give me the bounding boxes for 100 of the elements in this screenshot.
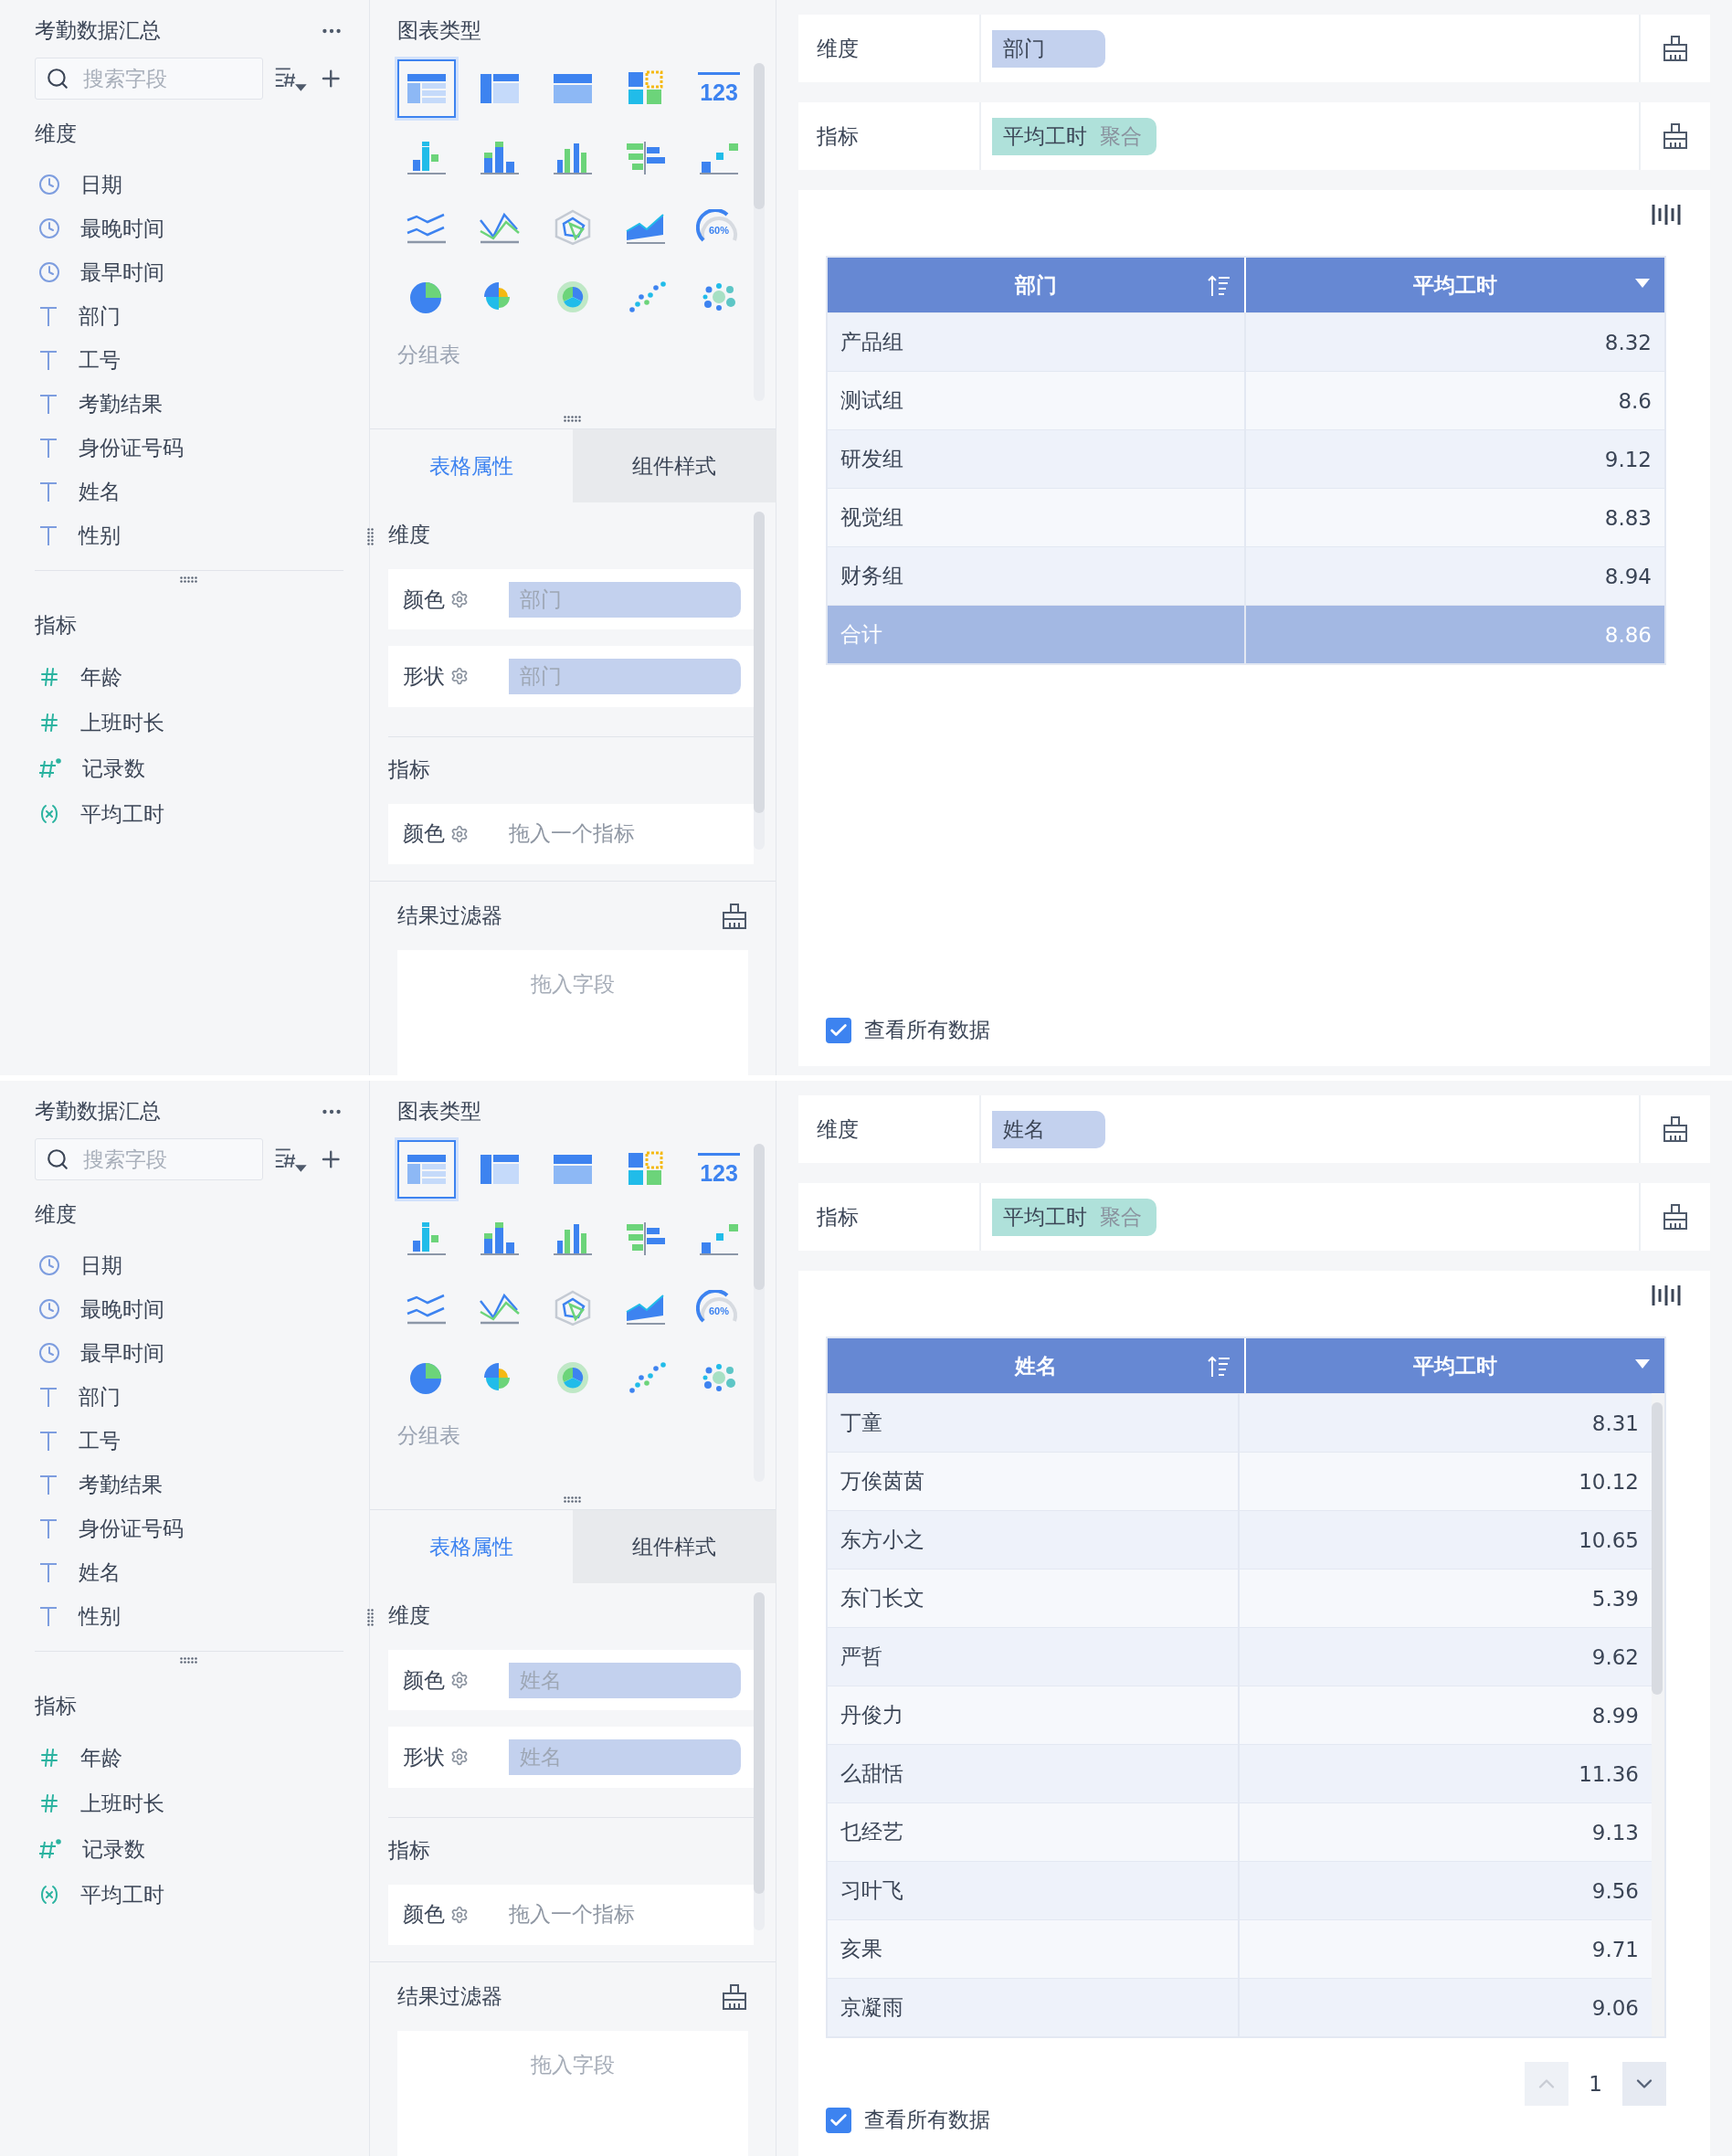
field-tag[interactable]: 部门 — [992, 29, 1105, 68]
field-tag[interactable]: 平均工时 聚合 — [992, 1198, 1156, 1236]
field-tag[interactable]: 姓名 — [992, 1110, 1105, 1148]
field-item[interactable]: 性别 — [0, 1594, 369, 1638]
tab[interactable]: 组件样式 — [573, 429, 776, 502]
field-item[interactable]: 最早时间 — [0, 1331, 369, 1375]
clock-icon — [38, 1254, 60, 1276]
dimension-bar: 维度 姓名 — [798, 1095, 1710, 1163]
scrollbar[interactable] — [1652, 1393, 1664, 2036]
chart-type-option[interactable]: 60% — [690, 198, 748, 257]
text-type-icon — [38, 1517, 58, 1539]
settings-icon[interactable] — [450, 824, 469, 843]
scrollbar-thumb[interactable] — [754, 63, 765, 209]
chart-type-option[interactable]: 60% — [690, 1279, 748, 1337]
drag-handle-icon[interactable] — [367, 528, 375, 546]
field-item[interactable]: 日期 — [0, 163, 369, 206]
scrollbar[interactable] — [754, 1144, 765, 1482]
field-item[interactable]: 考勤结果 — [0, 1463, 369, 1506]
drag-handle-icon[interactable] — [180, 1657, 198, 1665]
drag-handle-icon[interactable] — [367, 1609, 375, 1627]
text-type-icon — [38, 1474, 58, 1495]
field-item[interactable]: 姓名 — [0, 1550, 369, 1594]
field-item[interactable]: 平均工时 — [0, 791, 369, 837]
broom-icon[interactable] — [1662, 122, 1689, 150]
metric-bar: 指标 平均工时 聚合 — [798, 102, 1710, 170]
broom-icon[interactable] — [1662, 35, 1689, 62]
checkbox[interactable] — [826, 1017, 851, 1043]
field-item[interactable]: 记录数 — [0, 745, 369, 791]
table-cell-text: 9.56 — [1590, 1877, 1640, 1905]
hash-asterisk-icon — [38, 757, 62, 779]
field-item[interactable]: 上班时长 — [0, 1781, 369, 1826]
broom-icon[interactable] — [1662, 1115, 1689, 1143]
text-type-icon — [38, 524, 58, 546]
field-item[interactable]: 上班时长 — [0, 700, 369, 745]
section-label: 指标 — [388, 1836, 431, 1864]
field-item[interactable]: 平均工时 — [0, 1872, 369, 1918]
field-item[interactable]: 身份证号码 — [0, 426, 369, 470]
chart-type-name: 分组表 — [397, 342, 461, 368]
drag-handle-icon[interactable] — [564, 1496, 582, 1504]
clock-icon — [38, 1342, 60, 1364]
checkbox-label: 查看所有数据 — [864, 1017, 990, 1043]
broom-icon[interactable] — [1662, 1203, 1689, 1231]
scrollbar-thumb[interactable] — [754, 1144, 765, 1290]
table-cell-text: 10.12 — [1578, 1468, 1640, 1495]
drag-handle-icon[interactable] — [564, 416, 582, 423]
checkbox[interactable] — [826, 2107, 851, 2133]
field-item[interactable]: 最晚时间 — [0, 206, 369, 250]
table-cell-text: 8.31 — [1590, 1410, 1640, 1437]
settings-icon[interactable] — [450, 1748, 469, 1767]
hash-icon — [38, 1747, 60, 1769]
sort-icon[interactable] — [1208, 274, 1231, 298]
field-item[interactable]: 姓名 — [0, 470, 369, 513]
field-item[interactable]: 日期 — [0, 1243, 369, 1287]
field-item[interactable]: 身份证号码 — [0, 1506, 369, 1550]
next-page-button[interactable] — [1622, 2062, 1666, 2106]
chart-type-option[interactable] — [397, 1140, 456, 1199]
dataset-title: 考勤数据汇总 — [35, 17, 161, 44]
field-item[interactable]: 工号 — [0, 1419, 369, 1463]
field-item[interactable]: 工号 — [0, 338, 369, 382]
scrollbar[interactable] — [754, 63, 765, 401]
search-field[interactable]: 搜索字段 — [35, 58, 263, 100]
barcode-style-icon[interactable] — [1652, 1284, 1681, 1307]
field-item[interactable]: 考勤结果 — [0, 382, 369, 426]
barcode-style-icon[interactable] — [1652, 203, 1681, 227]
tab[interactable]: 组件样式 — [573, 1510, 776, 1583]
section-label: 指标 — [34, 1693, 78, 1719]
drag-handle-icon[interactable] — [180, 576, 198, 584]
section-title: 图表类型 — [397, 1099, 481, 1123]
text-type-icon — [38, 437, 58, 459]
chart-type-option[interactable] — [397, 59, 456, 118]
table-cell-text: 8.32 — [1603, 329, 1653, 356]
clock-icon — [38, 261, 60, 283]
sort-icon[interactable] — [1208, 1355, 1231, 1379]
field-item[interactable]: 年龄 — [0, 654, 369, 700]
settings-icon[interactable] — [450, 590, 469, 609]
text-type-icon — [38, 1605, 58, 1627]
clock-icon — [38, 217, 60, 239]
field-item[interactable]: 记录数 — [0, 1826, 369, 1872]
field-item[interactable]: 部门 — [0, 1375, 369, 1419]
scrollbar-thumb[interactable] — [1652, 1402, 1663, 1695]
hash-asterisk-icon — [38, 1838, 62, 1860]
chart-type-name: 分组表 — [397, 1422, 461, 1449]
settings-icon[interactable] — [450, 667, 469, 686]
field-item[interactable]: 性别 — [0, 513, 369, 557]
field-item[interactable]: 部门 — [0, 294, 369, 338]
settings-icon[interactable] — [450, 1905, 469, 1924]
table-cell-text: 5.39 — [1590, 1585, 1640, 1612]
field-item[interactable]: 最晚时间 — [0, 1287, 369, 1331]
table-cell-text: 8.6 — [1617, 387, 1653, 415]
clock-icon — [38, 174, 60, 196]
search-field[interactable]: 搜索字段 — [35, 1138, 263, 1180]
dataset-title: 考勤数据汇总 — [35, 1098, 161, 1125]
field-tag[interactable]: 平均工时 聚合 — [992, 117, 1156, 155]
broom-icon[interactable] — [721, 902, 748, 930]
field-item[interactable]: 最早时间 — [0, 250, 369, 294]
property-label: 颜色 — [403, 820, 445, 848]
broom-icon[interactable] — [721, 1982, 748, 2011]
table-cell-text: 9.71 — [1590, 1936, 1640, 1963]
settings-icon[interactable] — [450, 1671, 469, 1690]
field-item[interactable]: 年龄 — [0, 1735, 369, 1781]
